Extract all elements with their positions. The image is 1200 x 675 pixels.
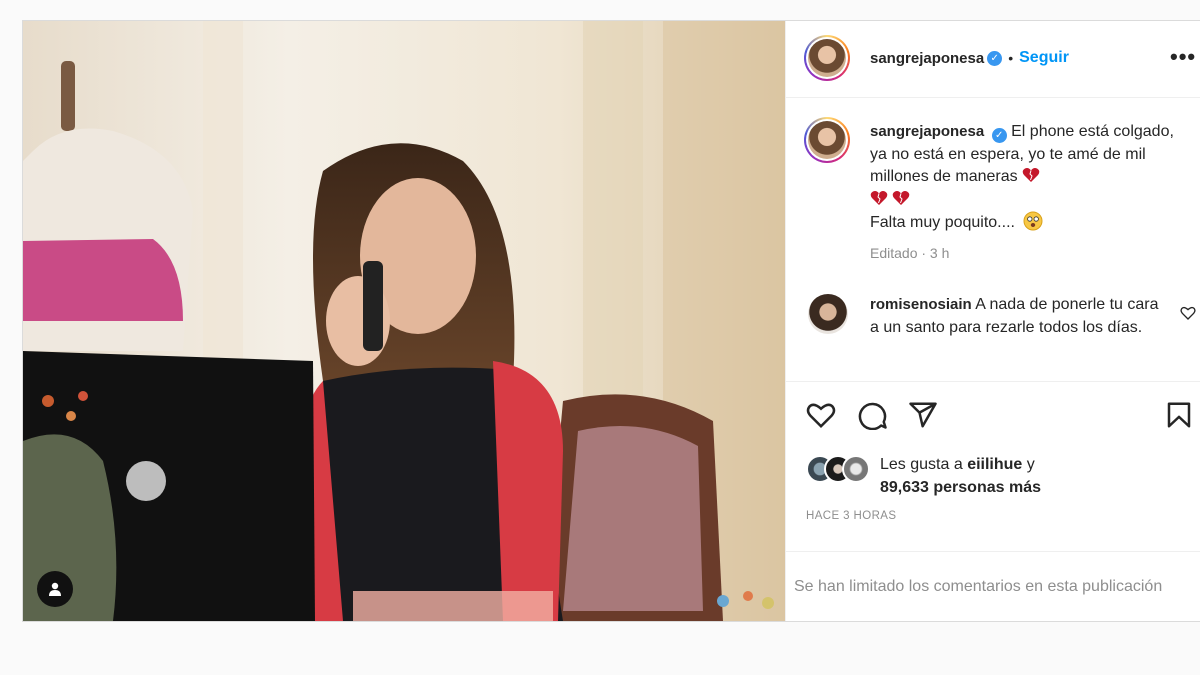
post-sidebar: sangrejaponesa ✓ • Seguir ••• sangrejapo… (785, 21, 1200, 621)
dizzy-face-emoji-icon (1023, 211, 1043, 231)
heart-emoji-icon (1022, 168, 1040, 182)
post-caption: sangrejaponesa ✓ El phone está colgado, … (870, 121, 1180, 235)
liked-by-avatars[interactable] (806, 455, 876, 483)
comment-icon[interactable] (858, 400, 888, 430)
comment-like-icon[interactable] (1180, 305, 1196, 321)
post-actions: Les gusta a eiilihue y 89,633 personas m… (786, 381, 1200, 552)
share-icon[interactable] (908, 400, 938, 430)
post-timestamp[interactable]: HACE 3 HORAS (806, 510, 896, 522)
verified-icon: ✓ (987, 50, 1003, 66)
author-username[interactable]: sangrejaponesa (870, 50, 984, 67)
liker-username[interactable]: eiilihue (967, 456, 1022, 473)
like-icon[interactable] (806, 400, 836, 430)
author-avatar[interactable] (804, 35, 850, 81)
post-header: sangrejaponesa ✓ • Seguir ••• (786, 21, 1200, 98)
verified-icon: ✓ (991, 128, 1007, 143)
heart-emoji-icon (870, 190, 888, 205)
save-icon[interactable] (1164, 400, 1194, 430)
post-image (23, 21, 785, 621)
comments-limited-bar: Se han limitado los comentarios en esta … (786, 551, 1200, 622)
caption-text-line2: Falta muy poquito.... (870, 214, 1015, 231)
likes-summary: Les gusta a eiilihue y 89,633 personas m… (880, 454, 1041, 499)
post-photo[interactable] (23, 21, 785, 621)
user-tag-icon (49, 582, 61, 596)
caption-author-avatar[interactable] (804, 117, 850, 163)
instagram-post: sangrejaponesa ✓ • Seguir ••• sangrejapo… (22, 20, 1200, 622)
commenter-avatar[interactable] (808, 294, 848, 334)
comments-limited-text: Se han limitado los comentarios en esta … (794, 578, 1163, 595)
caption-username[interactable]: sangrejaponesa (870, 123, 984, 140)
user-tag-button[interactable] (37, 571, 73, 607)
header-row: sangrejaponesa ✓ • Seguir (870, 49, 1069, 67)
liker-avatar (842, 455, 870, 483)
likes-count[interactable]: 89,633 personas más (880, 479, 1041, 496)
likes-prefix: Les gusta a (880, 456, 963, 473)
comment-item: romisenosiain A nada de ponerle tu cara … (870, 294, 1170, 339)
caption-edited-time[interactable]: Editado · 3 h (870, 245, 949, 261)
heart-emoji-icon (893, 190, 910, 205)
commenter-username[interactable]: romisenosiain (870, 296, 972, 313)
likes-joiner: y (1026, 456, 1035, 473)
follow-button[interactable]: Seguir (1019, 49, 1069, 67)
separator-dot: • (1008, 50, 1014, 66)
more-options-icon[interactable]: ••• (1170, 46, 1196, 68)
